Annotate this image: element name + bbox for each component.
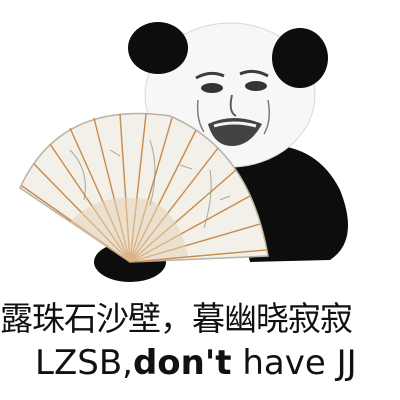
panda-meme-illustration	[19, 22, 348, 282]
panda-left-ear	[128, 22, 188, 74]
caption-english-bold: don't	[132, 343, 232, 383]
panda-right-ear	[272, 28, 328, 88]
caption-english-prefix: LZSB,	[35, 343, 133, 383]
caption-english-line: LZSB,don't have JJ	[35, 346, 400, 380]
caption-english-suffix: have JJ	[231, 343, 357, 383]
caption-chinese-line: 露珠石沙壁，暮幽晓寂寂	[0, 299, 353, 338]
